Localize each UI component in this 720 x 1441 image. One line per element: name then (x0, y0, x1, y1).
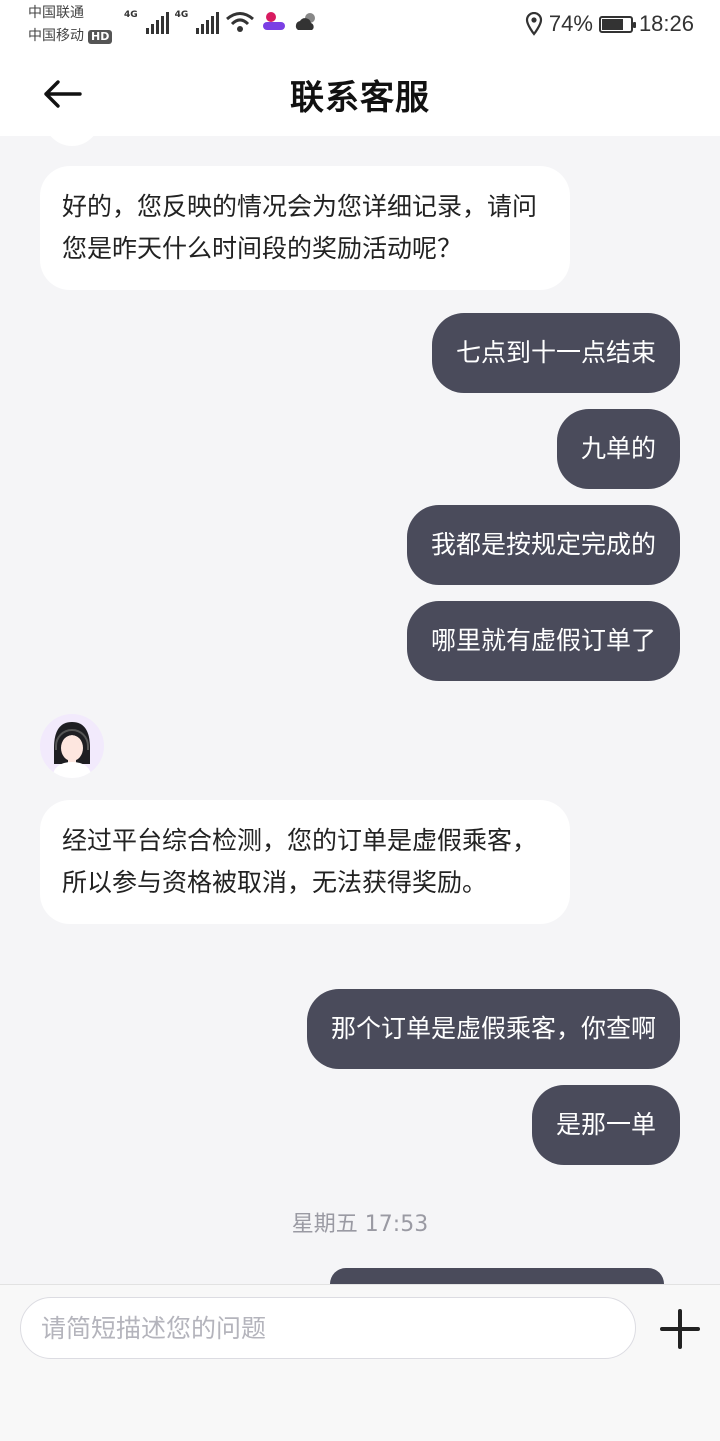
cloud-icon (296, 13, 316, 30)
signal-bars-1-icon (145, 12, 169, 34)
battery-icon (598, 15, 636, 33)
avatar-partial (44, 136, 100, 146)
system-status: 74% 18:26 (525, 11, 694, 37)
signal-bars-2-icon (196, 12, 220, 34)
user-message: 是那一单 (531, 1085, 680, 1165)
battery-fill (601, 18, 623, 30)
network-type-1: 4G (124, 10, 138, 20)
app-header: 联系客服 (0, 54, 720, 136)
chat-area[interactable]: 好的，您反映的情况会为您详细记录，请问您是昨天什么时间段的奖励活动呢？ 七点到十… (0, 136, 720, 1284)
agent-message: 好的，您反映的情况会为您详细记录，请问您是昨天什么时间段的奖励活动呢？ (40, 166, 570, 290)
user-message: 那个订单是虚假乘客，你查啊 (306, 989, 680, 1069)
signal-indicators: 4G 4G (124, 10, 319, 34)
battery-percent: 74% (548, 11, 593, 36)
wifi-icon (226, 12, 255, 32)
input-bar (0, 1284, 720, 1441)
user-message: 九单的 (556, 409, 680, 489)
network-type-2: 4G (174, 10, 189, 20)
add-button[interactable] (656, 1305, 704, 1353)
status-bar: 中国联通 中国移动 HD 4G 4G 74% 18:26 (0, 0, 720, 54)
carrier-1: 中国联通 (28, 5, 84, 21)
user-message: 我都是按规定完成的 (406, 505, 680, 585)
agent-avatar-icon (52, 722, 92, 778)
user-message-partial (330, 1268, 664, 1284)
hd-badge: HD (88, 30, 113, 44)
page-title: 联系客服 (290, 78, 430, 118)
agent-avatar (40, 714, 104, 778)
location-pin-icon (525, 12, 542, 36)
app-notification-icon (263, 12, 286, 30)
agent-message: 经过平台综合检测，您的订单是虚假乘客，所以参与资格被取消，无法获得奖励。 (40, 800, 570, 924)
user-message: 七点到十一点结束 (431, 313, 680, 393)
clock: 18:26 (638, 11, 694, 36)
message-timestamp: 星期五 17:53 (291, 1212, 429, 1237)
message-input[interactable] (20, 1297, 636, 1359)
carrier-2: 中国移动 HD (28, 28, 113, 44)
carrier-2-label: 中国移动 (28, 28, 84, 44)
user-message: 哪里就有虚假订单了 (406, 601, 680, 681)
plus-icon (660, 1309, 700, 1349)
